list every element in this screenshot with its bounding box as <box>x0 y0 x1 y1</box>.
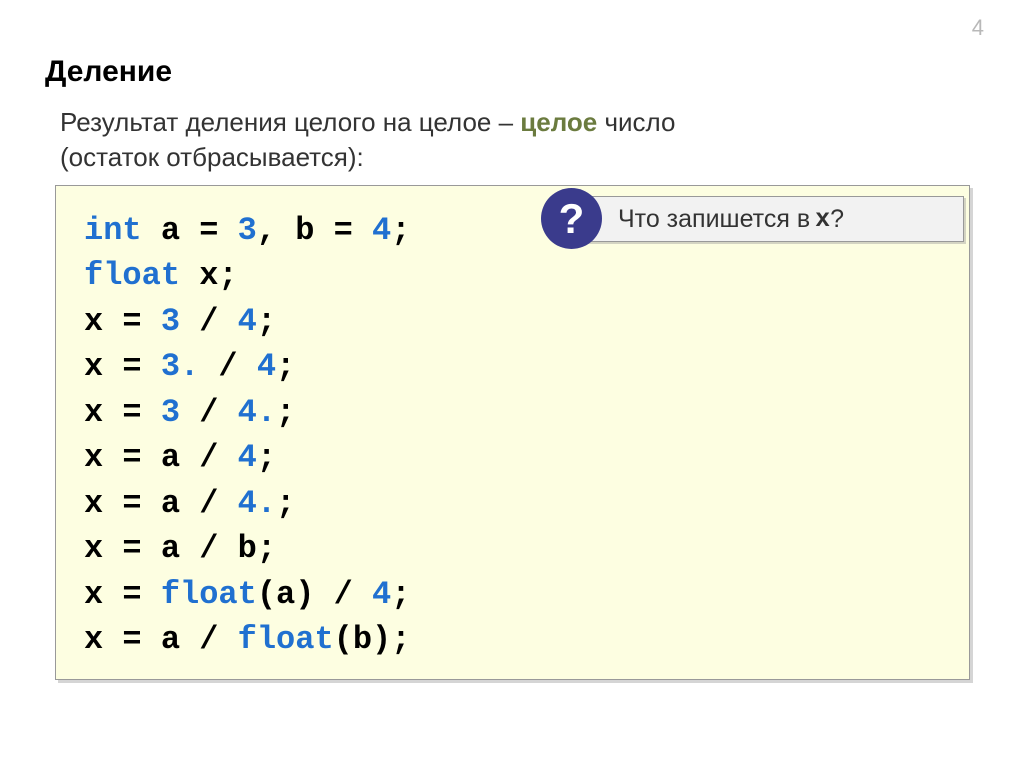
keyword-int: int <box>84 212 142 249</box>
number-literal: 3 <box>238 212 257 249</box>
number-literal: 4 <box>372 212 391 249</box>
function-float: float <box>238 621 334 658</box>
keyword-float: float <box>84 257 180 294</box>
callout-mono-x: x <box>815 205 830 234</box>
code-text: a = <box>142 212 238 249</box>
code-block: int a = 3, b = 4; float x; x = 3 / 4; x … <box>55 185 970 680</box>
code-text: x = <box>84 348 161 385</box>
code-text: ; <box>276 485 295 522</box>
code-text: / <box>180 303 238 340</box>
code-line-9: x = float(a) / 4; <box>84 572 941 617</box>
number-literal: 3 <box>161 303 180 340</box>
callout-text-a: Что запишется в <box>618 205 810 234</box>
code-line-10: x = a / float(b); <box>84 617 941 662</box>
slide-title: Деление <box>45 55 172 89</box>
code-text: x = <box>84 576 161 613</box>
number-literal: 4 <box>257 348 276 385</box>
code-text: ; <box>391 576 410 613</box>
question-icon: ? <box>541 188 602 249</box>
callout-text-b: ? <box>830 205 844 234</box>
code-line-3: x = 3 / 4; <box>84 299 941 344</box>
code-text: ; <box>391 212 410 249</box>
code-text: / <box>199 348 257 385</box>
code-text: ; <box>276 348 295 385</box>
code-text: , b = <box>257 212 372 249</box>
function-float: float <box>161 576 257 613</box>
code-line-2: float x; <box>84 253 941 298</box>
desc-line2: (остаток отбрасывается): <box>60 142 364 172</box>
code-text: ; <box>257 303 276 340</box>
code-text: / <box>180 394 238 431</box>
code-text: x = a / <box>84 485 238 522</box>
code-text: x = a / <box>84 621 238 658</box>
number-literal: 4 <box>372 576 391 613</box>
number-literal: 4 <box>238 303 257 340</box>
slide-description: Результат деления целого на целое – цело… <box>60 105 675 175</box>
code-text: (a) / <box>257 576 372 613</box>
desc-line1-a: Результат деления целого на целое – <box>60 107 520 137</box>
code-text: x = a / <box>84 439 238 476</box>
page-number: 4 <box>972 15 984 41</box>
code-text: ; <box>257 439 276 476</box>
code-text: x = a / b; <box>84 530 276 567</box>
code-text: (b); <box>334 621 411 658</box>
callout-box: Что запишется в x ? <box>579 196 964 242</box>
code-line-5: x = 3 / 4.; <box>84 390 941 435</box>
number-literal: 3. <box>161 348 199 385</box>
code-text: x; <box>180 257 238 294</box>
code-line-8: x = a / b; <box>84 526 941 571</box>
code-text: ; <box>276 394 295 431</box>
number-literal: 4. <box>238 485 276 522</box>
code-text: x = <box>84 394 161 431</box>
code-text: x = <box>84 303 161 340</box>
number-literal: 4 <box>238 439 257 476</box>
code-line-7: x = a / 4.; <box>84 481 941 526</box>
desc-highlight: целое <box>520 107 597 137</box>
number-literal: 3 <box>161 394 180 431</box>
number-literal: 4. <box>238 394 276 431</box>
desc-line1-b: число <box>597 107 675 137</box>
code-line-4: x = 3. / 4; <box>84 344 941 389</box>
code-line-6: x = a / 4; <box>84 435 941 480</box>
